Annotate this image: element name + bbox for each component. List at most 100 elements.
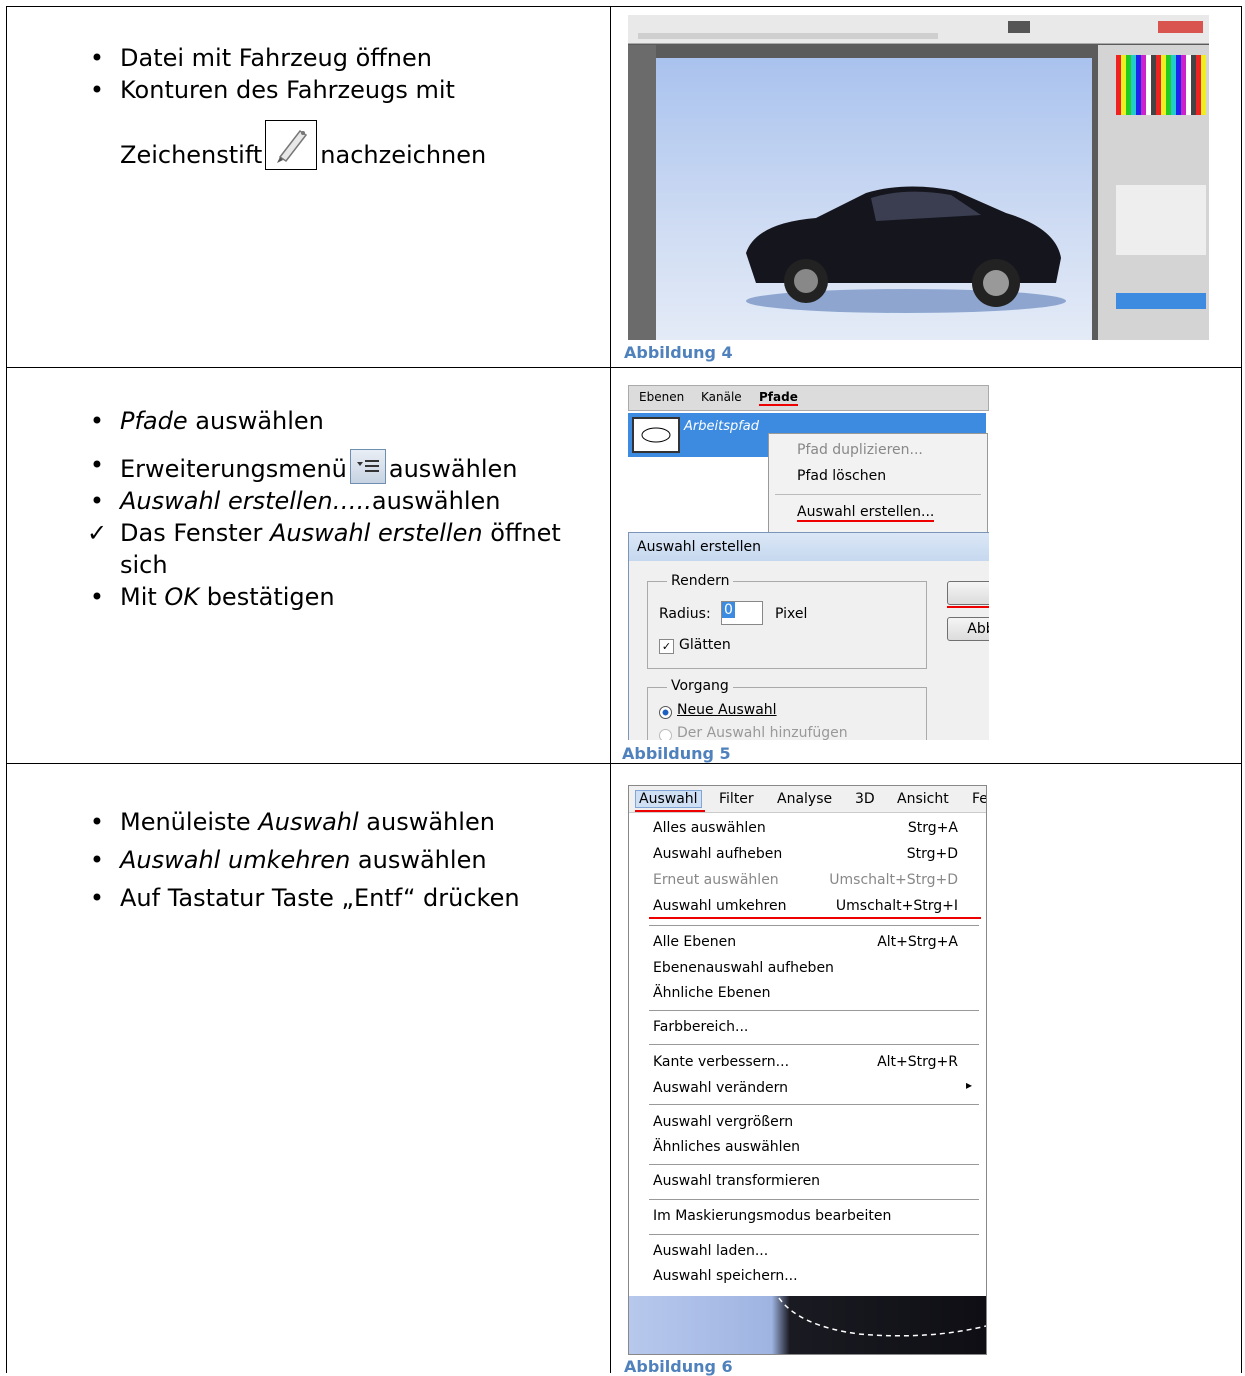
row2-item-3-rest: auswählen <box>371 487 501 515</box>
car-image <box>746 186 1066 313</box>
menu-modify[interactable]: Auswahl verändern <box>653 1080 788 1096</box>
menu-similar[interactable]: Ähnliches auswählen <box>653 1139 800 1155</box>
submenu-arrow-icon: ▸ <box>965 1078 972 1092</box>
row2-item-4-line2: sich <box>120 551 168 579</box>
row3-item-1-post: auswählen <box>358 808 495 836</box>
shortcut-deselect: Strg+D <box>906 846 958 862</box>
context-menu: Pfad duplizieren... Pfad löschen Auswahl… <box>768 433 988 535</box>
cancel-button[interactable]: Abbrechen <box>947 617 989 641</box>
menu-separator <box>649 1104 979 1105</box>
row2-item-4-em: Auswahl erstellen <box>269 519 483 547</box>
menu-save-selection[interactable]: Auswahl speichern... <box>653 1268 798 1284</box>
menu-select-all[interactable]: Alles auswählen <box>653 820 766 836</box>
radio-new-label: Neue Auswahl <box>677 702 777 718</box>
car-selection-preview <box>629 1296 986 1354</box>
pen-tool-icon <box>265 120 318 170</box>
menu-deselect[interactable]: Auswahl aufheben <box>653 846 782 862</box>
menu-inverse[interactable]: Auswahl umkehren <box>653 898 787 914</box>
photoshop-toolbar <box>628 15 1209 44</box>
menu-duplicate-path[interactable]: Pfad duplizieren... <box>797 442 923 458</box>
paths-panel-screenshot: Ebenen Kanäle Pfade Arbeitspfad Pfad dup… <box>628 385 989 740</box>
tab-paths[interactable]: Pfade <box>759 390 798 406</box>
menu-load-selection[interactable]: Auswahl laden... <box>653 1243 768 1259</box>
menu-separator <box>649 1164 979 1165</box>
menubar-analysis[interactable]: Analyse <box>777 791 832 807</box>
row3-item-2-em: Auswahl umkehren <box>120 846 351 874</box>
row2-item-4-post: öffnet <box>482 519 561 547</box>
menu-refine-edge[interactable]: Kante verbessern... <box>653 1054 789 1070</box>
render-group-label: Rendern <box>667 573 734 589</box>
radius-label: Radius: <box>659 606 711 622</box>
tab-layers[interactable]: Ebenen <box>639 390 684 404</box>
shortcut-select-all: Strg+A <box>907 820 958 836</box>
menu-color-range[interactable]: Farbbereich... <box>653 1019 748 1035</box>
radio-add-label: Der Auswahl hinzufügen <box>677 725 848 740</box>
row2-item-4-pre: Das Fenster <box>120 519 270 547</box>
menu-separator <box>649 1234 979 1235</box>
radio-add-selection[interactable] <box>659 729 672 740</box>
figure-6-caption: Abbildung 6 <box>624 1357 733 1376</box>
inverse-underline <box>649 917 981 919</box>
row1-pen-after: nachzeichnen <box>320 141 487 169</box>
row3-item-2-post: auswählen <box>350 846 487 874</box>
row3-instructions: • Menüleiste Auswahl auswählen • Auswahl u… <box>89 808 520 912</box>
menu-make-selection[interactable]: Auswahl erstellen... <box>797 504 935 522</box>
menu-grow[interactable]: Auswahl vergrößern <box>653 1114 793 1130</box>
render-group <box>647 581 927 669</box>
row1-item-1: Datei mit Fahrzeug öffnen <box>120 44 432 72</box>
menubar-underline <box>635 810 705 812</box>
menu-separator <box>649 1010 979 1011</box>
make-selection-dialog: Auswahl erstellen ✕ Rendern Radius: 0 Pi… <box>628 532 989 740</box>
menu-separator <box>649 1044 979 1045</box>
photoshop-screenshot <box>628 15 1209 340</box>
menu-delete-path[interactable]: Pfad löschen <box>797 468 886 484</box>
menu-deselect-layers[interactable]: Ebenenauswahl aufheben <box>653 960 834 976</box>
dialog-titlebar: Auswahl erstellen ✕ <box>629 533 989 561</box>
panel-menu-icon <box>349 449 386 484</box>
smooth-checkbox[interactable]: ✓ <box>659 639 674 654</box>
ok-underline <box>947 606 989 608</box>
menu-quick-mask[interactable]: Im Maskierungsmodus bearbeiten <box>653 1208 891 1224</box>
radius-input[interactable]: 0 <box>721 601 763 625</box>
row3-item-3: Auf Tastatur Taste „Entf“ drücken <box>120 884 520 912</box>
path-thumbnail <box>632 417 680 453</box>
menubar: Auswahl Filter Analyse 3D Ansicht Fe <box>629 786 986 813</box>
menu-similar-layers[interactable]: Ähnliche Ebenen <box>653 985 770 1001</box>
menubar-3d[interactable]: 3D <box>855 791 875 807</box>
menu-all-layers[interactable]: Alle Ebenen <box>653 934 736 950</box>
row3-item-1-pre: Menüleiste <box>120 808 259 836</box>
figure-4-caption: Abbildung 4 <box>624 343 733 362</box>
menubar-filter[interactable]: Filter <box>719 791 754 807</box>
radio-new-selection[interactable] <box>659 706 672 719</box>
operation-group-label: Vorgang <box>667 678 733 694</box>
panel-tabs: Ebenen Kanäle Pfade <box>628 385 989 411</box>
menu-separator <box>649 925 979 926</box>
row1-pen-before: Zeichenstift <box>120 141 263 169</box>
row2-item-5-em: OK <box>164 583 200 611</box>
shortcut-refine-edge: Alt+Strg+R <box>877 1054 958 1070</box>
row2-item-2-after: auswählen <box>388 455 518 483</box>
menubar-view[interactable]: Ansicht <box>897 791 949 807</box>
figure-5-caption: Abbildung 5 <box>622 744 731 763</box>
row2-instructions: • Pfade auswählen • Erweiterungsmenü auswä… <box>87 407 561 611</box>
shortcut-all-layers: Alt+Strg+A <box>877 934 958 950</box>
row2-item-5-post: bestätigen <box>199 583 335 611</box>
menubar-window[interactable]: Fe <box>972 791 986 807</box>
radius-unit: Pixel <box>775 606 808 622</box>
row1-instructions: • Datei mit Fahrzeug öffnen • Konturen des… <box>89 44 487 170</box>
shortcut-reselect: Umschalt+Strg+D <box>829 872 958 888</box>
tab-channels[interactable]: Kanäle <box>701 390 742 404</box>
photoshop-toolbox <box>628 45 656 340</box>
row3-item-1-em: Auswahl <box>258 808 359 836</box>
row2-item-5-pre: Mit <box>120 583 165 611</box>
menubar-selection[interactable]: Auswahl <box>635 790 702 808</box>
checkmark-icon: ✓ <box>87 519 108 547</box>
menu-transform-selection[interactable]: Auswahl transformieren <box>653 1173 820 1189</box>
menu-reselect[interactable]: Erneut auswählen <box>653 872 779 888</box>
ok-button[interactable]: OK <box>947 581 989 605</box>
row2-item-2: Erweiterungsmenü <box>120 455 347 483</box>
radius-value: 0 <box>722 602 735 618</box>
row2-item-3-em: Auswahl erstellen….. <box>120 487 372 515</box>
row2-item-1-rest: auswählen <box>187 407 324 435</box>
row1-item-2: Konturen des Fahrzeugs mit <box>120 76 455 104</box>
